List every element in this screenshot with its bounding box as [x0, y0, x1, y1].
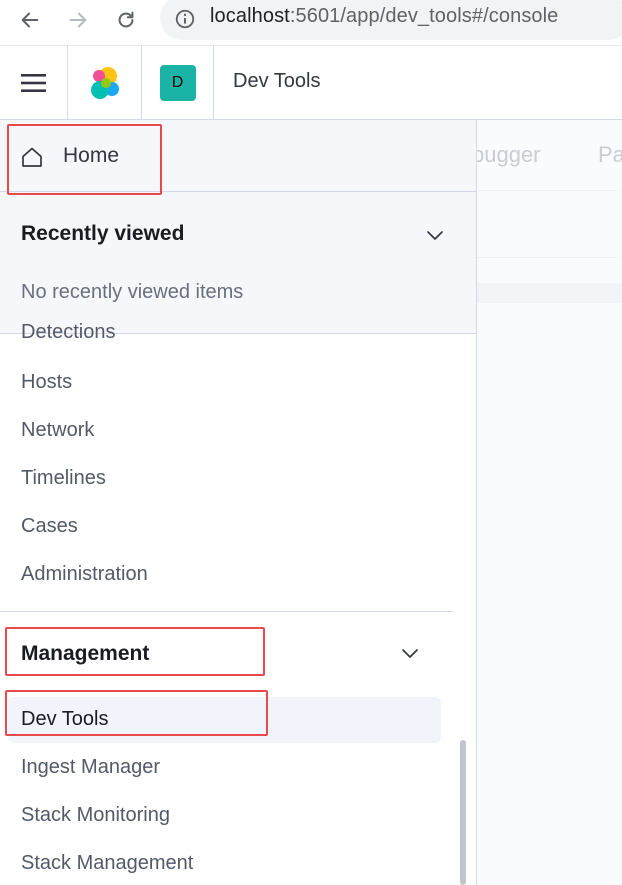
- reload-icon: [118, 11, 134, 28]
- elastic-logo-icon: [90, 66, 119, 99]
- tab-grok-debugger-partial[interactable]: bugger: [472, 142, 541, 168]
- recently-viewed-empty: No recently viewed items: [21, 281, 244, 303]
- annotation-home: [7, 124, 162, 195]
- nav-flyout: Home Recently viewed No recently viewed …: [0, 120, 477, 885]
- app-header: D Dev Tools: [0, 46, 622, 120]
- nav-item-stack-management[interactable]: Stack Management: [21, 852, 193, 875]
- nav-group-divider: [0, 611, 453, 612]
- recently-viewed-title[interactable]: Recently viewed: [21, 222, 184, 246]
- nav-scrollbar[interactable]: [460, 740, 466, 885]
- info-icon[interactable]: [174, 8, 196, 30]
- back-button[interactable]: [16, 6, 44, 34]
- console-strip: [477, 283, 622, 303]
- nav-item-ingest-manager[interactable]: Ingest Manager: [21, 756, 160, 779]
- reload-button[interactable]: [112, 6, 140, 34]
- tabs-divider: [477, 190, 622, 191]
- space-avatar: D: [159, 64, 196, 101]
- nav-menu-button[interactable]: [0, 46, 68, 119]
- address-bar[interactable]: localhost:5601/app/dev_tools#/console: [160, 0, 622, 40]
- nav-item-cases[interactable]: Cases: [21, 515, 78, 538]
- toolbar-divider: [477, 257, 622, 258]
- page-background: [477, 120, 622, 885]
- nav-item-timelines[interactable]: Timelines: [21, 467, 106, 490]
- url-host: localhost: [210, 5, 290, 27]
- tab-painless-lab-partial[interactable]: Pa: [598, 142, 622, 168]
- annotation-dev-tools: [5, 690, 268, 736]
- space-selector[interactable]: D: [142, 46, 214, 119]
- chevron-down-icon[interactable]: [398, 641, 422, 665]
- forward-button[interactable]: [64, 6, 92, 34]
- nav-item-administration[interactable]: Administration: [21, 563, 148, 586]
- annotation-management: [5, 627, 265, 676]
- recently-viewed-section: Recently viewed No recently viewed items: [0, 192, 476, 334]
- browser-toolbar: localhost:5601/app/dev_tools#/console: [0, 0, 622, 46]
- arrow-right-icon: [69, 12, 87, 28]
- elastic-logo[interactable]: [68, 46, 142, 119]
- url-text: localhost:5601/app/dev_tools#/console: [210, 5, 558, 28]
- url-path: :5601/app/dev_tools#/console: [289, 5, 559, 27]
- nav-item-network[interactable]: Network: [21, 419, 94, 442]
- nav-item-detections[interactable]: Detections: [21, 321, 116, 344]
- hamburger-icon: [20, 73, 46, 92]
- breadcrumb-title: Dev Tools: [233, 70, 321, 92]
- nav-item-stack-monitoring[interactable]: Stack Monitoring: [21, 804, 170, 827]
- chevron-down-icon[interactable]: [423, 223, 447, 247]
- nav-item-hosts[interactable]: Hosts: [21, 371, 72, 394]
- arrow-left-icon: [21, 12, 39, 28]
